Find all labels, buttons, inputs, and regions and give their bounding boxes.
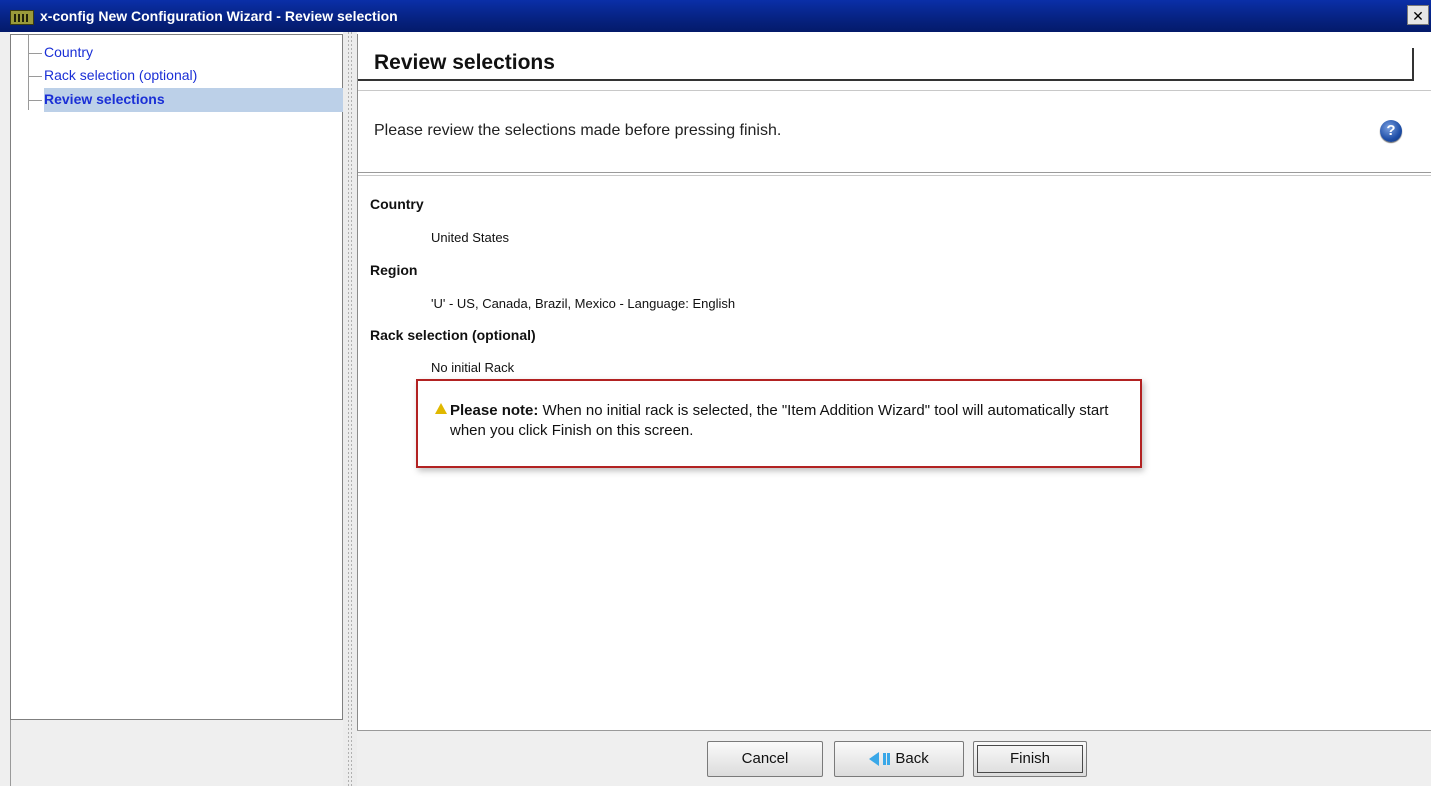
back-arrow-icon bbox=[869, 752, 880, 767]
cancel-button[interactable]: Cancel bbox=[707, 741, 823, 777]
nav-item-label: Country bbox=[44, 44, 94, 60]
back-button[interactable]: Back bbox=[834, 741, 964, 777]
page-header: Review selections Please review the sele… bbox=[358, 34, 1431, 173]
title-underline-edge bbox=[1412, 48, 1414, 81]
instructions-text: Please review the selections made before… bbox=[374, 122, 782, 139]
window-title: x-config New Configuration Wizard - Revi… bbox=[40, 8, 398, 24]
rack-heading: Rack selection (optional) bbox=[370, 327, 536, 343]
nav-item-country[interactable]: Country bbox=[28, 41, 338, 65]
nav-item-rack-selection[interactable]: Rack selection (optional) bbox=[28, 64, 338, 88]
window-frame bbox=[0, 32, 10, 786]
note-body: When no initial rack is selected, the "I… bbox=[450, 402, 1109, 439]
content-pane: Review selections Please review the sele… bbox=[357, 34, 1431, 730]
note-text: Please note: When no initial rack is sel… bbox=[450, 401, 1130, 441]
title-underline bbox=[358, 79, 1414, 81]
region-value: 'U' - US, Canada, Brazil, Mexico - Langu… bbox=[431, 296, 736, 311]
page-title: Review selections bbox=[374, 51, 555, 74]
button-bar: Cancel Back Finish bbox=[357, 730, 1431, 786]
window-titlebar: x-config New Configuration Wizard - Revi… bbox=[0, 0, 1431, 32]
note-callout: Please note: When no initial rack is sel… bbox=[416, 379, 1142, 468]
app-icon bbox=[10, 10, 34, 25]
wizard-step-tree: Country Rack selection (optional) Review… bbox=[10, 34, 358, 720]
finish-button[interactable]: Finish bbox=[973, 741, 1087, 777]
nav-footer bbox=[10, 720, 343, 786]
nav-item-label: Rack selection (optional) bbox=[44, 67, 198, 83]
close-icon[interactable]: ✕ bbox=[1407, 5, 1429, 25]
nav-item-label: Review selections bbox=[44, 91, 165, 107]
nav-item-review-selections[interactable]: Review selections bbox=[28, 88, 358, 112]
note-prefix: Please note: bbox=[450, 402, 539, 419]
header-divider-lower bbox=[358, 175, 1431, 176]
back-button-label: Back bbox=[895, 750, 929, 767]
warning-icon bbox=[435, 403, 447, 414]
country-value: United States bbox=[431, 230, 510, 245]
cancel-button-label: Cancel bbox=[741, 750, 789, 767]
country-heading: Country bbox=[370, 196, 424, 212]
header-divider bbox=[358, 90, 1431, 91]
finish-button-label: Finish bbox=[1009, 750, 1050, 767]
pane-splitter[interactable] bbox=[343, 32, 357, 786]
region-heading: Region bbox=[370, 262, 418, 278]
help-icon[interactable]: ? bbox=[1380, 120, 1402, 142]
rack-value: No initial Rack bbox=[431, 360, 515, 375]
